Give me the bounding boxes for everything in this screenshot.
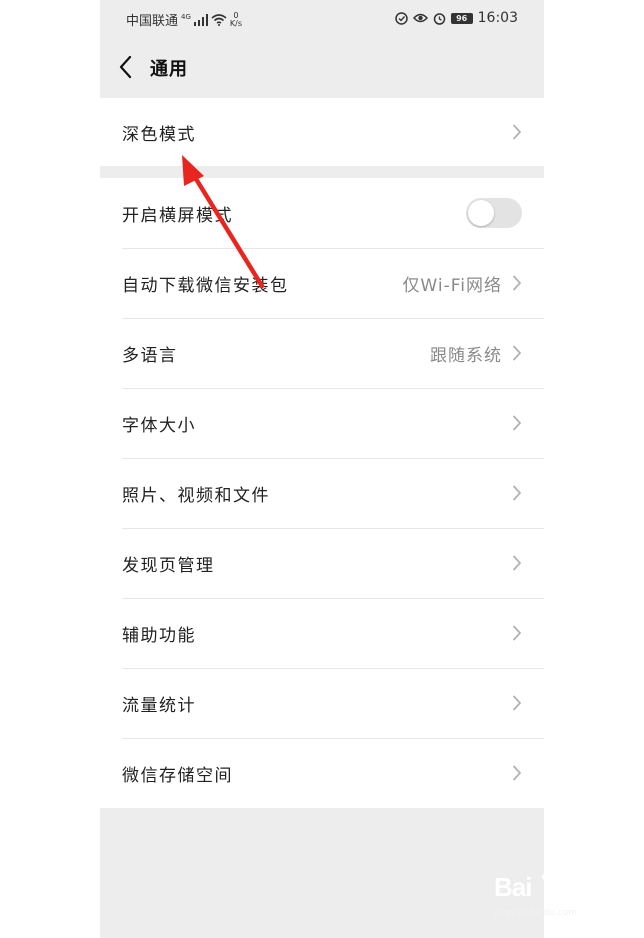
settings-row-accessibility[interactable]: 辅助功能 [100, 598, 544, 668]
row-label: 开启横屏模式 [122, 205, 233, 226]
settings-row-discover-management[interactable]: 发现页管理 [100, 528, 544, 598]
row-label: 流量统计 [122, 695, 196, 716]
watermark-brand: Bai [494, 872, 532, 902]
network-type: 4G [181, 12, 191, 21]
chevron-right-icon [513, 765, 521, 781]
network-speed: 0 K/s [229, 11, 243, 28]
settings-row-landscape-mode[interactable]: 开启横屏模式 [100, 178, 544, 248]
paw-icon [542, 871, 560, 893]
settings-row-data-usage[interactable]: 流量统计 [100, 668, 544, 738]
dark-mode-card: 深色模式 [100, 98, 544, 166]
chevron-right-icon [513, 555, 521, 571]
eye-icon [412, 13, 428, 23]
row-label: 照片、视频和文件 [122, 485, 270, 506]
row-label: 辅助功能 [122, 625, 196, 646]
chevron-right-icon [513, 124, 521, 140]
alarm-icon [433, 12, 445, 25]
baidu-jingyan-watermark: Bai 经验 jingyan.baidu.com [494, 866, 634, 926]
row-label: 深色模式 [122, 124, 196, 145]
phone-screen: 中国联通 4G 0 K/s 96 16:03 通用 深色模式 开启横屏模式 自动… [100, 0, 544, 938]
chevron-left-icon [119, 55, 132, 79]
chevron-right-icon [513, 485, 521, 501]
row-label: 字体大小 [122, 415, 196, 436]
chevron-right-icon [513, 345, 521, 361]
back-button[interactable] [114, 52, 140, 82]
settings-row-media-files[interactable]: 照片、视频和文件 [100, 458, 544, 528]
settings-row-language[interactable]: 多语言 跟随系统 [100, 318, 544, 388]
battery-icon: 96 [450, 12, 473, 24]
carrier-name: 中国联通 [126, 14, 179, 29]
row-label: 自动下载微信安装包 [122, 275, 289, 296]
chevron-right-icon [513, 275, 521, 291]
row-label: 多语言 [122, 345, 178, 366]
row-value: 仅Wi-Fi网络 [402, 275, 502, 296]
watermark-brand-suffix: 经验 [568, 879, 608, 903]
wifi-icon [211, 13, 227, 26]
sync-icon [394, 11, 408, 25]
row-value: 跟随系统 [430, 345, 502, 366]
settings-row-storage[interactable]: 微信存储空间 [100, 738, 544, 808]
watermark-url: jingyan.baidu.com [494, 908, 578, 918]
page-title: 通用 [150, 59, 188, 80]
signal-icon [193, 13, 208, 26]
nav-bar: 通用 [100, 42, 544, 94]
settings-row-auto-download[interactable]: 自动下载微信安装包 仅Wi-Fi网络 [100, 248, 544, 318]
settings-row-font-size[interactable]: 字体大小 [100, 388, 544, 458]
status-left: 中国联通 4G 0 K/s [126, 10, 242, 29]
network-speed-unit: K/s [229, 18, 243, 28]
row-label: 微信存储空间 [122, 765, 233, 786]
status-bar: 中国联通 4G 0 K/s 96 16:03 [100, 0, 544, 38]
chevron-right-icon [513, 695, 521, 711]
general-settings-card: 开启横屏模式 自动下载微信安装包 仅Wi-Fi网络 多语言 跟随系统 字体大小 [100, 178, 544, 808]
chevron-right-icon [513, 625, 521, 641]
chevron-right-icon [513, 415, 521, 431]
toggle-knob [468, 200, 494, 226]
clock-time: 16:03 [477, 10, 518, 26]
row-label: 发现页管理 [122, 555, 215, 576]
status-right: 96 16:03 [394, 10, 518, 26]
landscape-toggle[interactable] [466, 198, 522, 228]
settings-row-dark-mode[interactable]: 深色模式 [100, 98, 544, 166]
